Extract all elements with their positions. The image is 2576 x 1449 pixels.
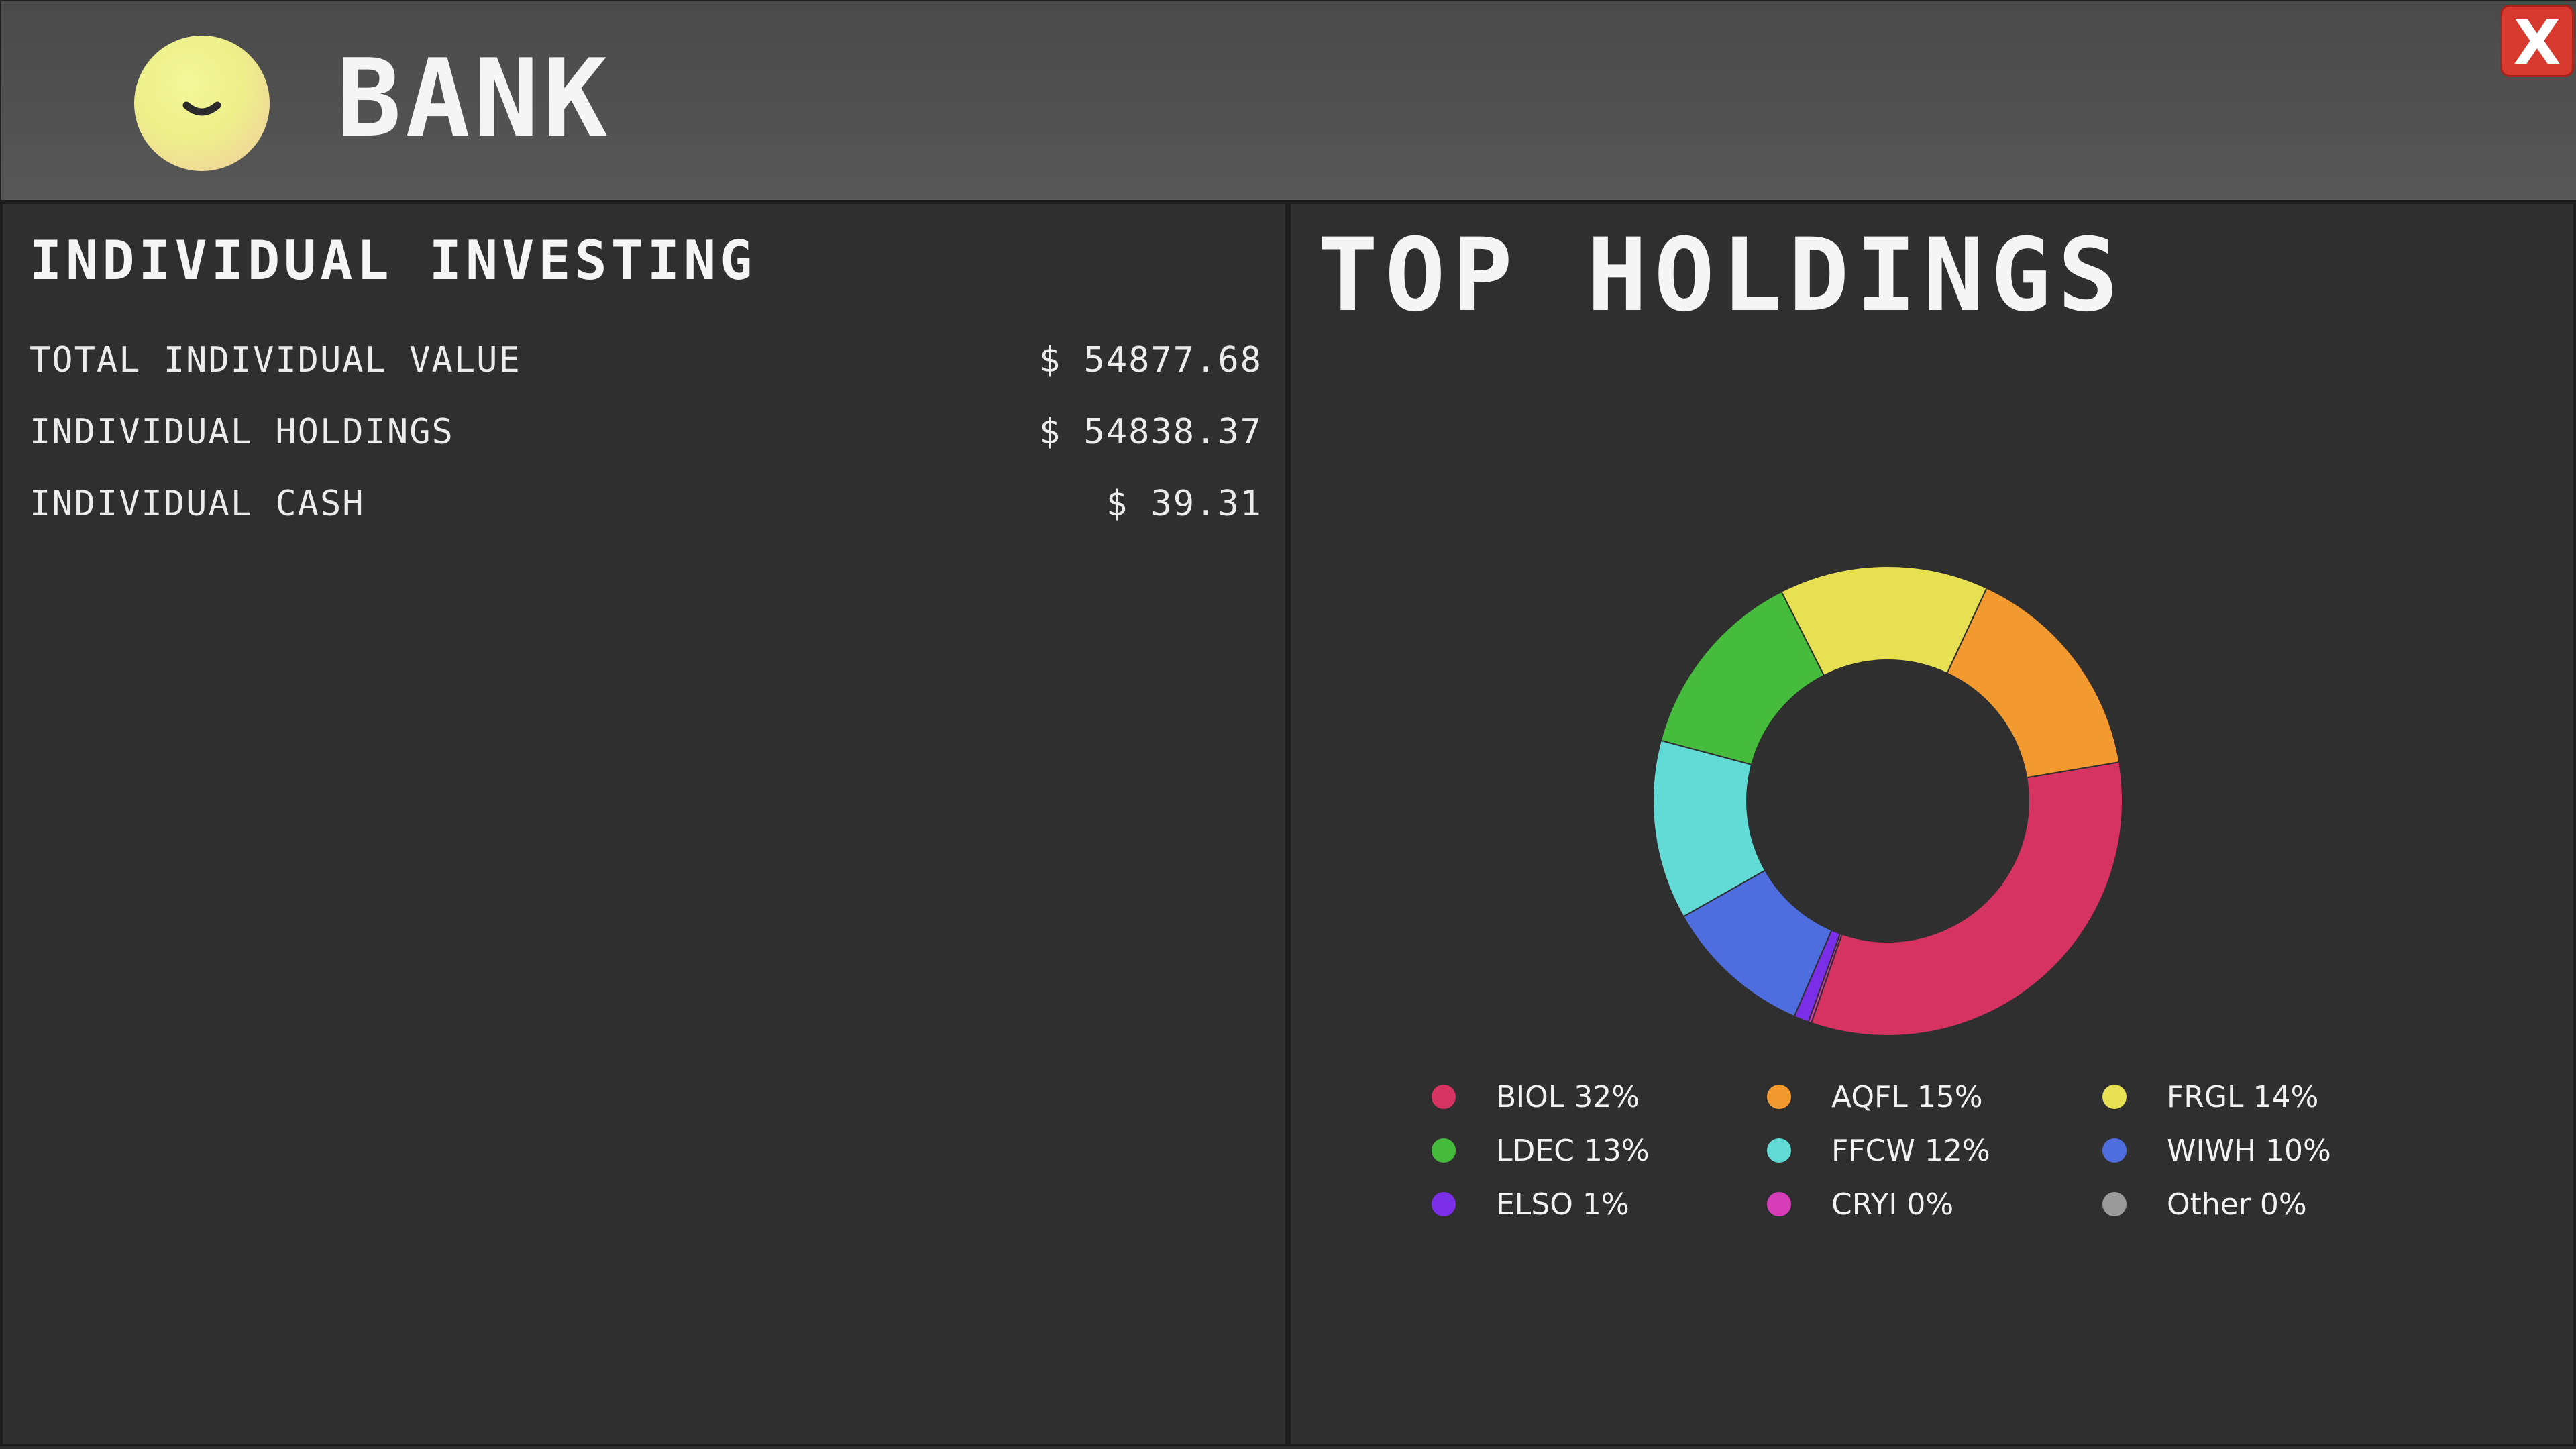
chart-legend: BIOL 32% AQFL 15% FRGL 14% LDEC 13% FFCW 12%…	[1425, 1076, 2431, 1225]
legend-label: ELSO 1%	[1496, 1187, 1629, 1222]
holdings-donut-chart	[1653, 566, 2123, 1036]
top-holdings-panel: TOP HOLDINGS BIOL 32% AQFL 15% FRGL 14% LDE…	[1288, 201, 2576, 1446]
holdings-row: INDIVIDUAL HOLDINGS $ 54838.37	[30, 412, 1263, 466]
legend-item: ELSO 1%	[1425, 1183, 1760, 1225]
legend-item: CRYI 0%	[1760, 1183, 2096, 1225]
legend-item: LDEC 13%	[1425, 1130, 1760, 1171]
legend-label: WIWH 10%	[2167, 1133, 2331, 1168]
legend-item: Other 0%	[2096, 1183, 2431, 1225]
legend-label: LDEC 13%	[1496, 1133, 1650, 1168]
row-label: INDIVIDUAL CASH	[30, 484, 365, 524]
app-title: BANK	[337, 36, 612, 161]
legend-swatch	[1432, 1138, 1456, 1163]
legend-swatch	[2102, 1192, 2127, 1216]
row-value: $ 39.31	[1106, 484, 1263, 524]
legend-item: BIOL 32%	[1425, 1076, 1760, 1118]
legend-swatch	[1432, 1192, 1456, 1216]
row-value: $ 54877.68	[1038, 340, 1263, 380]
legend-item: FRGL 14%	[2096, 1076, 2431, 1118]
legend-swatch	[1767, 1192, 1791, 1216]
row-value: $ 54838.37	[1038, 412, 1263, 452]
legend-label: BIOL 32%	[1496, 1079, 1640, 1114]
legend-swatch	[2102, 1138, 2127, 1163]
legend-label: FFCW 12%	[1831, 1133, 1990, 1168]
individual-investing-panel: INDIVIDUAL INVESTING TOTAL INDIVIDUAL VA…	[0, 201, 1288, 1446]
row-label: TOTAL INDIVIDUAL VALUE	[30, 340, 521, 380]
legend-item: AQFL 15%	[1760, 1076, 2096, 1118]
smiley-face-icon	[134, 36, 270, 171]
legend-label: FRGL 14%	[2167, 1079, 2319, 1114]
close-button[interactable]: X	[2500, 5, 2574, 78]
legend-swatch	[1432, 1085, 1456, 1109]
total-value-row: TOTAL INDIVIDUAL VALUE $ 54877.68	[30, 340, 1263, 394]
holdings-title: TOP HOLDINGS	[1318, 217, 2125, 334]
legend-label: Other 0%	[2167, 1187, 2307, 1222]
legend-swatch	[1767, 1138, 1791, 1163]
section-title: INDIVIDUAL INVESTING	[30, 229, 757, 292]
legend-swatch	[1767, 1085, 1791, 1109]
cash-row: INDIVIDUAL CASH $ 39.31	[30, 484, 1263, 537]
donut-slice-biol	[1810, 761, 2123, 1036]
legend-label: AQFL 15%	[1831, 1079, 1983, 1114]
legend-swatch	[2102, 1085, 2127, 1109]
legend-label: CRYI 0%	[1831, 1187, 1954, 1222]
row-label: INDIVIDUAL HOLDINGS	[30, 412, 454, 452]
app-header: BANK X	[0, 0, 2576, 201]
legend-item: WIWH 10%	[2096, 1130, 2431, 1171]
legend-item: FFCW 12%	[1760, 1130, 2096, 1171]
